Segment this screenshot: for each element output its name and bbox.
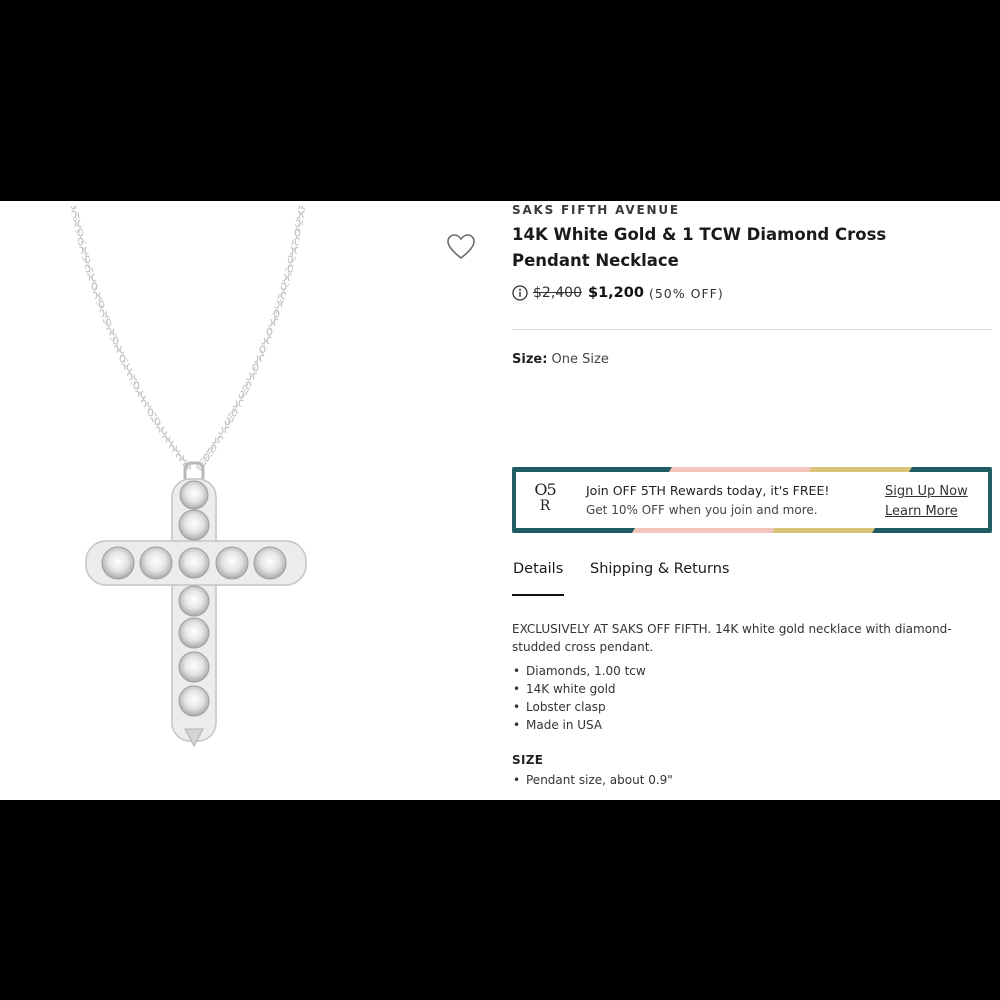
product-description: EXCLUSIVELY AT SAKS OFF FIFTH. 14K white… — [512, 622, 952, 654]
cross-pendant-image — [70, 205, 307, 748]
product-image[interactable] — [0, 201, 430, 800]
sale-price: $1,200 — [588, 285, 644, 301]
letterbox-top — [0, 0, 1000, 201]
size-details-list: Pendant size, about 0.9" — [512, 771, 673, 789]
list-item: Pendant size, about 0.9" — [512, 771, 673, 789]
product-title: 14K White Gold & 1 TCW Diamond Cross Pen… — [512, 225, 887, 270]
rewards-banner: O5 R Join OFF 5TH Rewards today, it's FR… — [512, 467, 992, 533]
list-item: Diamonds, 1.00 tcw — [512, 662, 646, 680]
product-page: SAKS FIFTH AVENUE 14K White Gold & 1 TCW… — [0, 201, 1000, 800]
rewards-content: O5 R Join OFF 5TH Rewards today, it's FR… — [516, 472, 988, 528]
brand-name[interactable]: SAKS FIFTH AVENUE — [512, 203, 680, 217]
size-selector: Size: One Size — [512, 352, 609, 367]
product-features-list: Diamonds, 1.00 tcw 14K white gold Lobste… — [512, 662, 646, 734]
wishlist-heart-icon[interactable] — [446, 233, 476, 261]
tab-details[interactable]: Details — [513, 561, 563, 577]
tab-shipping-returns[interactable]: Shipping & Returns — [590, 561, 729, 577]
off5th-rewards-logo: O5 R — [534, 480, 556, 515]
discount-badge: (50% OFF) — [648, 285, 724, 301]
size-label: Size: — [512, 352, 548, 367]
info-circle-icon[interactable] — [512, 285, 528, 301]
sign-up-link[interactable]: Sign Up Now — [885, 484, 968, 499]
size-heading: SIZE — [512, 753, 544, 767]
list-item: Lobster clasp — [512, 698, 646, 716]
product-tabs: Details Shipping & Returns — [512, 561, 992, 601]
letterbox-bottom — [0, 800, 1000, 1000]
rewards-headline: Join OFF 5TH Rewards today, it's FREE! — [586, 483, 830, 498]
list-item: 14K white gold — [512, 680, 646, 698]
original-price: $2,400 — [533, 285, 582, 301]
divider — [512, 329, 992, 330]
size-value: One Size — [551, 352, 609, 367]
active-tab-indicator — [512, 594, 564, 596]
rewards-subtext: Get 10% OFF when you join and more. — [586, 503, 818, 517]
price-row: $2,400 $1,200 (50% OFF) — [512, 283, 724, 303]
learn-more-link[interactable]: Learn More — [885, 504, 958, 519]
list-item: Made in USA — [512, 716, 646, 734]
